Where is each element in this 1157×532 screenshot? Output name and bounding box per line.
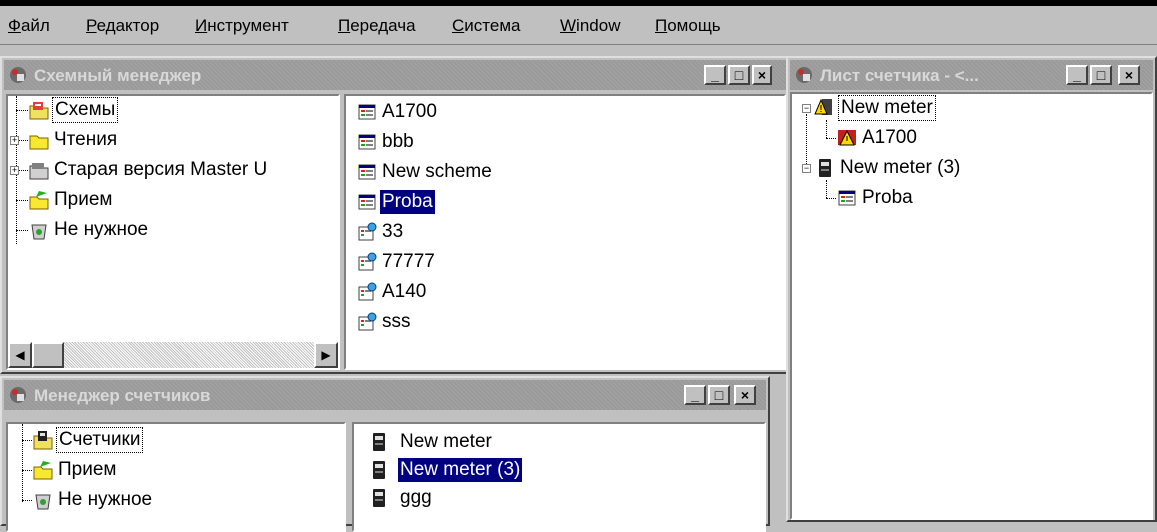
scheme-tree-pane: + + Схемы Чтения Старая версия Master U … bbox=[6, 94, 340, 370]
menu-help[interactable]: Помощь bbox=[655, 16, 721, 36]
menu-transfer[interactable]: Передача bbox=[338, 16, 416, 36]
top-border bbox=[0, 0, 1157, 6]
menu-system[interactable]: Система bbox=[452, 16, 520, 36]
scheme-icon bbox=[356, 101, 378, 123]
minimize-button[interactable]: _ bbox=[1066, 65, 1088, 85]
list-item-scheme[interactable]: A1700 bbox=[356, 98, 439, 126]
app-window-icon bbox=[10, 67, 26, 83]
meter-sheet-window: Лист счетчика - <... _ □ × − − New meter… bbox=[786, 56, 1157, 522]
expand-new-meter[interactable]: − bbox=[802, 104, 811, 113]
list-item-scheme[interactable]: New scheme bbox=[356, 158, 494, 186]
folder-icon bbox=[32, 459, 54, 481]
list-item-reading[interactable]: sss bbox=[356, 308, 413, 336]
meter-icon bbox=[368, 459, 390, 481]
expand-old-version[interactable]: + bbox=[10, 166, 19, 175]
expand-readings[interactable]: + bbox=[10, 136, 19, 145]
recycle-bin-icon bbox=[32, 489, 54, 511]
meter-list-pane: New meter New meter (3) ggg bbox=[352, 422, 766, 532]
scheme-icon bbox=[836, 187, 858, 209]
minimize-button[interactable]: _ bbox=[704, 65, 726, 85]
reading-icon bbox=[356, 281, 378, 303]
list-item-reading[interactable]: A140 bbox=[356, 278, 428, 306]
meter-manager-window: Менеджер счетчиков _ □ × Счетчики Прием … bbox=[0, 376, 770, 532]
scroll-right-button[interactable]: ▶ bbox=[314, 342, 338, 368]
meter-icon bbox=[814, 157, 836, 179]
scheme-list-pane: A1700 bbb New scheme Proba 33 77777 A140… bbox=[344, 94, 786, 370]
folder-icon bbox=[28, 129, 50, 151]
folder-icon bbox=[28, 189, 50, 211]
list-item-meter[interactable]: ggg bbox=[368, 484, 434, 512]
meter-sheet-title: Лист счетчика - <... bbox=[820, 66, 979, 85]
menu-editor[interactable]: Редактор bbox=[86, 16, 159, 36]
scroll-left-button[interactable]: ◀ bbox=[8, 342, 32, 368]
maximize-button[interactable]: □ bbox=[728, 65, 750, 85]
maximize-button[interactable]: □ bbox=[708, 385, 730, 405]
tree-item-meters[interactable]: Счетчики bbox=[32, 426, 144, 454]
close-button[interactable]: × bbox=[734, 385, 756, 405]
scheme-manager-window: Схемный менеджер _ □ × + + Схемы Чтения … bbox=[0, 56, 790, 374]
recycle-bin-icon bbox=[28, 219, 50, 241]
list-item-scheme[interactable]: bbb bbox=[356, 128, 416, 156]
reading-icon bbox=[356, 251, 378, 273]
meter-tree-pane: Счетчики Прием Не нужное bbox=[6, 422, 346, 532]
expand-new-meter-3[interactable]: − bbox=[802, 164, 811, 173]
menu-window[interactable]: Window bbox=[560, 16, 620, 36]
tree-item-readings[interactable]: Чтения bbox=[28, 126, 119, 154]
meter-manager-title: Менеджер счетчиков bbox=[34, 386, 211, 405]
minimize-button[interactable]: _ bbox=[684, 385, 706, 405]
folder-icon bbox=[28, 99, 50, 121]
warning-icon bbox=[814, 97, 836, 119]
meter-sheet-tree-pane: − − New meter A1700 New meter (3) Proba bbox=[790, 92, 1153, 520]
menu-instrument[interactable]: Инструмент bbox=[195, 16, 289, 36]
tree-item-schemes[interactable]: Схемы bbox=[28, 96, 119, 124]
tree-item-new-meter-3[interactable]: New meter (3) bbox=[814, 154, 962, 182]
meter-icon bbox=[368, 431, 390, 453]
maximize-button[interactable]: □ bbox=[1090, 65, 1112, 85]
tree-item-new-meter[interactable]: New meter bbox=[814, 94, 936, 122]
menu-file[interactable]: Файл bbox=[8, 16, 50, 36]
reading-icon bbox=[356, 221, 378, 243]
menu-bar: Файл Редактор Инструмент Передача Систем… bbox=[0, 0, 1157, 45]
tree-item-trash[interactable]: Не нужное bbox=[32, 486, 154, 514]
tree-item-trash[interactable]: Не нужное bbox=[28, 216, 150, 244]
tree-item-a1700[interactable]: A1700 bbox=[836, 124, 919, 152]
app-window-icon bbox=[796, 67, 812, 83]
scheme-manager-titlebar[interactable]: Схемный менеджер _ □ × bbox=[4, 60, 786, 90]
meter-manager-titlebar[interactable]: Менеджер счетчиков _ □ × bbox=[4, 380, 766, 410]
scheme-icon bbox=[356, 131, 378, 153]
list-item-meter[interactable]: New meter bbox=[368, 428, 494, 456]
scheme-icon bbox=[356, 191, 378, 213]
reading-icon bbox=[356, 311, 378, 333]
scheme-manager-title: Схемный менеджер bbox=[34, 66, 202, 85]
meter-icon bbox=[368, 487, 390, 509]
app-window-icon bbox=[10, 387, 26, 403]
list-item-reading[interactable]: 77777 bbox=[356, 248, 437, 276]
list-item-reading[interactable]: 33 bbox=[356, 218, 405, 246]
folder-icon bbox=[28, 159, 50, 181]
list-item-scheme-selected[interactable]: Proba bbox=[356, 188, 435, 216]
tree-item-proba[interactable]: Proba bbox=[836, 184, 915, 212]
warning-icon bbox=[836, 127, 858, 149]
tree-item-reception[interactable]: Прием bbox=[28, 186, 114, 214]
close-button[interactable]: × bbox=[1118, 65, 1140, 85]
tree-item-reception[interactable]: Прием bbox=[32, 456, 118, 484]
close-button[interactable]: × bbox=[752, 65, 772, 85]
meter-sheet-titlebar[interactable]: Лист счетчика - <... _ □ × bbox=[790, 60, 1153, 90]
list-item-meter-selected[interactable]: New meter (3) bbox=[368, 456, 523, 484]
tree-item-old-version[interactable]: Старая версия Master U bbox=[28, 156, 269, 184]
scroll-thumb[interactable] bbox=[32, 342, 64, 368]
folder-icon bbox=[32, 429, 54, 451]
scheme-icon bbox=[356, 161, 378, 183]
